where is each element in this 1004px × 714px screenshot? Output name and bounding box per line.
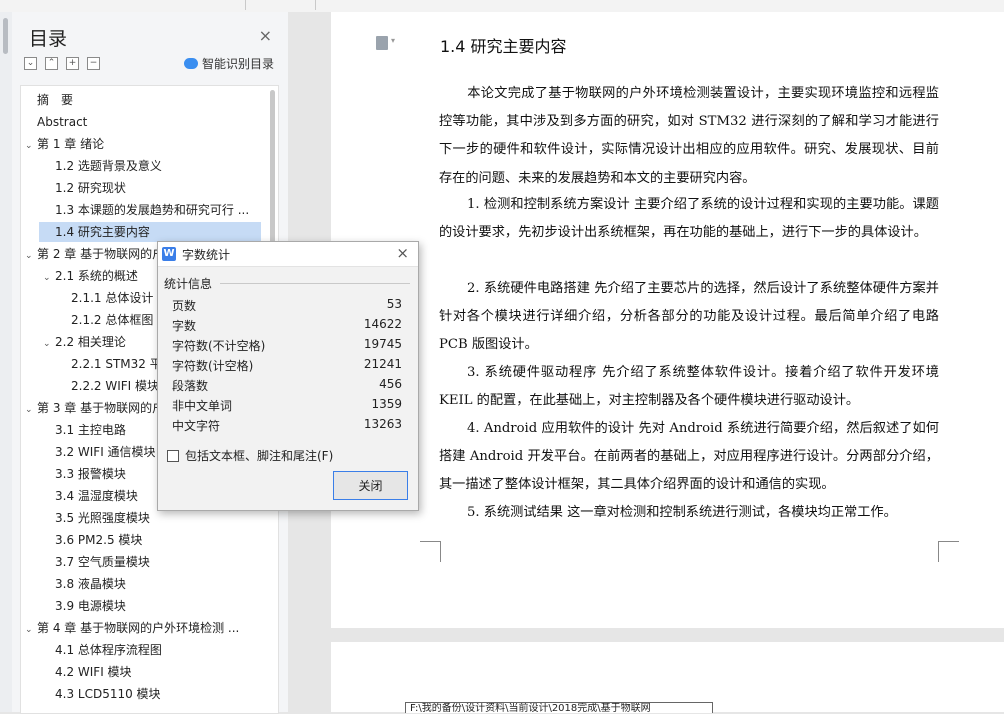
word-count-dialog: W 字数统计 × 统计信息 页数 53 字数 14622 字符数(不计空格) 1974…: [157, 241, 419, 511]
stat-row: 字数 14622: [172, 317, 402, 333]
toc-item[interactable]: 4.3 LCD5110 模块: [43, 684, 261, 704]
toc-item-label: 3.8 液晶模块: [55, 577, 126, 591]
toc-item-label: 4.2 WIFI 模块: [55, 665, 132, 679]
toc-item-label: 2.1.2 总体框图: [71, 313, 154, 327]
smart-detect-label: 智能识别目录: [201, 57, 274, 71]
toc-scrollbar[interactable]: [270, 90, 275, 260]
stats-section-label: 统计信息: [164, 277, 213, 291]
stat-row: 字符数(不计空格) 19745: [172, 337, 402, 353]
toc-toolbar: ⌄ ⌃ + −: [24, 57, 100, 70]
paragraph: 1. 检测和控制系统方案设计 主要介绍了系统的设计过程和实现的主要功能。课题的设…: [439, 197, 939, 241]
paragraph: 2. 系统硬件电路搭建 先介绍了主要芯片的选择，然后设计了系统整体硬件方案并针对…: [439, 281, 939, 353]
toc-item[interactable]: 4.1 总体程序流程图: [43, 640, 261, 660]
toc-item-label: 2.1.1 总体设计: [71, 291, 154, 305]
chevron-down-icon[interactable]: ⌄: [25, 136, 37, 154]
collapse-all-icon[interactable]: −: [87, 57, 100, 70]
paragraph: 4. Android 应用软件的设计 先对 Android 系统进行简要介绍，然…: [439, 421, 939, 493]
left-scroll-rail[interactable]: [0, 12, 12, 712]
toc-item-label: 1.3 本课题的发展趋势和研究可行 ...: [55, 203, 250, 217]
crop-mark: [938, 541, 959, 562]
scroll-thumb[interactable]: [3, 18, 8, 54]
toc-item-label: 3.4 温湿度模块: [55, 489, 138, 503]
toc-item-label: 2.1 系统的概述: [55, 269, 138, 283]
toc-title: 目录: [29, 28, 68, 50]
toc-item[interactable]: ⌄ 第 1 章 绪论: [25, 134, 261, 154]
toc-item-label: 3.3 报警模块: [55, 467, 126, 481]
toc-item[interactable]: Abstract: [25, 112, 261, 132]
toc-item-label: 1.2 研究现状: [55, 181, 126, 195]
collapse-up-icon[interactable]: ⌃: [45, 57, 58, 70]
close-button[interactable]: 关闭: [333, 471, 408, 500]
chevron-down-icon[interactable]: ⌄: [43, 268, 55, 286]
ruler-tick: [245, 0, 246, 10]
toc-item-label: 3.6 PM2.5 模块: [55, 533, 143, 547]
smart-detect-toc-button[interactable]: 智能识别目录: [183, 55, 274, 72]
toc-item[interactable]: 3.9 电源模块: [43, 596, 261, 616]
toc-item-label: 4.1 总体程序流程图: [55, 643, 162, 657]
toc-item[interactable]: 3.7 空气质量模块: [43, 552, 261, 572]
expand-down-icon[interactable]: ⌄: [24, 57, 37, 70]
toc-item-label: 3.9 电源模块: [55, 599, 126, 613]
chevron-down-icon[interactable]: ⌄: [25, 620, 37, 638]
smart-detect-icon: [183, 58, 198, 69]
toc-item-label: 3.7 空气质量模块: [55, 555, 150, 569]
checkbox-box[interactable]: [167, 449, 179, 462]
toc-item[interactable]: 摘 要: [25, 90, 261, 110]
paragraph: 本论文完成了基于物联网的户外环境检测装置设计，主要实现环境监控和远程监控等功能，…: [439, 86, 939, 186]
stat-row: 非中文单词 1359: [172, 397, 402, 413]
toc-item[interactable]: 3.8 液晶模块: [43, 574, 261, 594]
divider: [220, 283, 410, 284]
document-icon[interactable]: [376, 36, 388, 50]
toc-item-label: 4.3 LCD5110 模块: [55, 687, 161, 701]
close-icon[interactable]: ×: [259, 26, 272, 45]
checkbox-label: 包括文本框、脚注和尾注(F): [185, 449, 334, 463]
toc-item-label: 2.2.2 WIFI 模块: [71, 379, 160, 393]
chevron-down-icon[interactable]: ⌄: [43, 334, 55, 352]
stat-row: 中文字符 13263: [172, 417, 402, 433]
toc-item[interactable]: 4.2 WIFI 模块: [43, 662, 261, 682]
toc-item[interactable]: 1.3 本课题的发展趋势和研究可行 ...: [43, 200, 261, 220]
paragraph: 5. 系统测试结果 这一章对检测和控制系统进行测试，各模块均正常工作。: [467, 505, 897, 520]
toc-item-label: 2.2 相关理论: [55, 335, 126, 349]
toc-item-label: 1.2 选题背景及意义: [55, 159, 162, 173]
toc-item[interactable]: ⌄ 第 4 章 基于物联网的户外环境检测 ...: [25, 618, 261, 638]
toc-item-label: 第 4 章 基于物联网的户外环境检测 ...: [37, 621, 240, 635]
file-path-status: F:\我的备份\设计资料\当前设计\2018完成\基于物联网: [405, 702, 713, 713]
wps-logo-icon: W: [162, 247, 176, 261]
chevron-down-icon[interactable]: ▾: [391, 36, 395, 45]
toc-item-label: 1.4 研究主要内容: [55, 225, 150, 239]
stat-row: 页数 53: [172, 297, 402, 313]
toc-item-label: 3.2 WIFI 通信模块: [55, 445, 156, 459]
paragraph: 3. 系统硬件驱动程序 先介绍了系统整体软件设计。接着介绍了软件开发环境 KEI…: [439, 365, 939, 409]
chevron-down-icon[interactable]: ⌄: [25, 400, 37, 418]
toc-item[interactable]: 1.2 选题背景及意义: [43, 156, 261, 176]
chevron-down-icon[interactable]: ⌄: [25, 246, 37, 264]
stat-row: 段落数 456: [172, 377, 402, 393]
close-icon[interactable]: ×: [396, 244, 409, 262]
toc-item-label: 3.5 光照强度模块: [55, 511, 150, 525]
toc-item[interactable]: 3.5 光照强度模块: [43, 508, 261, 528]
toc-item-label: Abstract: [37, 115, 88, 129]
toc-item-label: 3.1 主控电路: [55, 423, 126, 437]
toc-item[interactable]: 1.4 研究主要内容: [39, 222, 261, 242]
toc-item[interactable]: 3.6 PM2.5 模块: [43, 530, 261, 550]
dialog-title: 字数统计: [182, 248, 231, 262]
include-textbox-footnotes-checkbox[interactable]: 包括文本框、脚注和尾注(F): [167, 447, 333, 464]
expand-all-icon[interactable]: +: [66, 57, 79, 70]
dialog-titlebar[interactable]: W 字数统计 ×: [158, 242, 418, 267]
toc-item-label: 摘 要: [37, 93, 74, 107]
crop-mark: [420, 541, 441, 562]
toc-item-label: 第 1 章 绪论: [37, 137, 105, 151]
toc-item[interactable]: 1.2 研究现状: [43, 178, 261, 198]
section-heading: 1.4 研究主要内容: [440, 37, 567, 56]
ruler-tick: [315, 0, 316, 10]
stat-row: 字符数(计空格) 21241: [172, 357, 402, 373]
